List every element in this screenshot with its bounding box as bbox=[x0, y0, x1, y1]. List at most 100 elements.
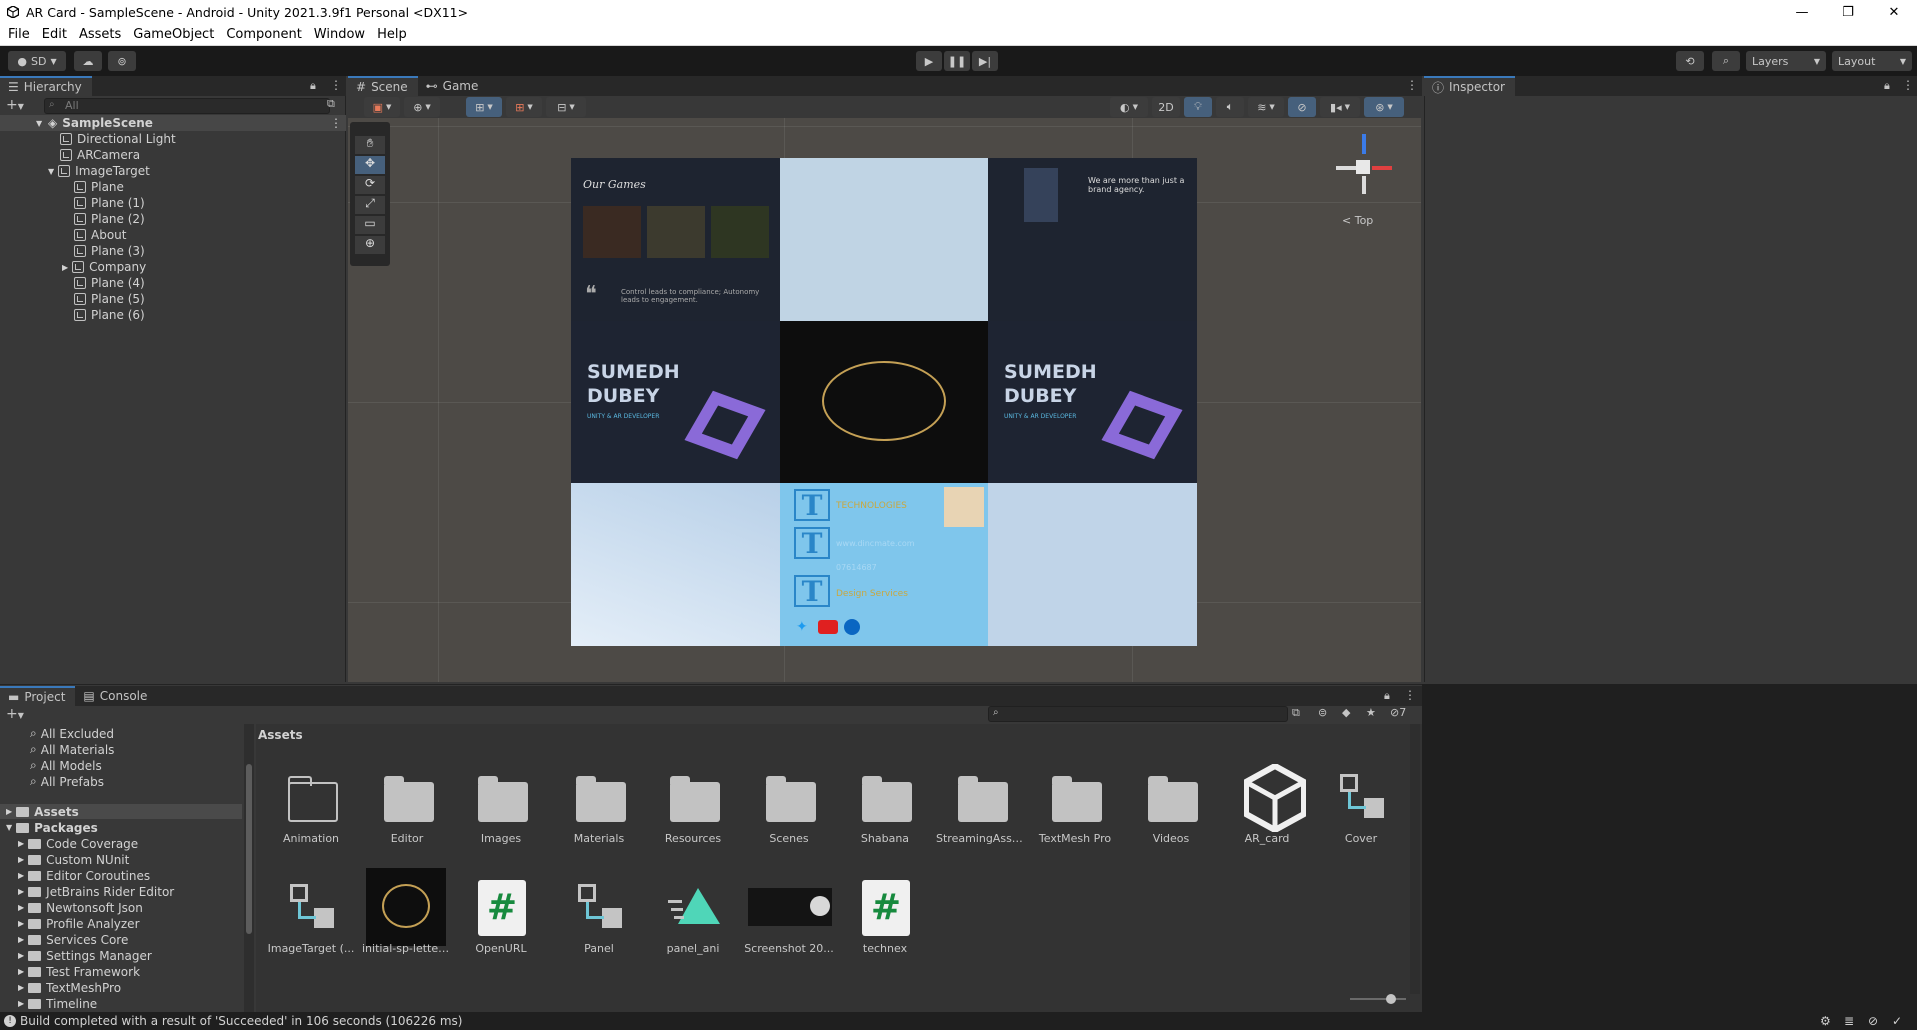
asset-item[interactable]: Shabana bbox=[840, 764, 930, 854]
hierarchy-item[interactable]: Plane (4) bbox=[74, 275, 145, 291]
favorite-item[interactable]: ⌕ All Excluded bbox=[30, 726, 114, 741]
bug-icon[interactable]: ⚙ bbox=[1820, 1014, 1831, 1028]
asset-item[interactable]: Screenshot 20... bbox=[744, 874, 834, 964]
asset-item[interactable]: Panel bbox=[554, 874, 644, 964]
hierarchy-item[interactable]: Plane (2) bbox=[74, 211, 145, 227]
hierarchy-search-input[interactable]: ⌕ All bbox=[44, 98, 330, 114]
twitter-icon[interactable]: ✦ bbox=[796, 619, 808, 635]
draw-mode-dropdown[interactable]: ▣ ▼ bbox=[364, 97, 400, 117]
2d-toggle[interactable]: 2D bbox=[1152, 97, 1180, 117]
kebab-menu-icon[interactable]: ⋮ bbox=[1902, 78, 1914, 92]
menu-help[interactable]: Help bbox=[377, 27, 407, 42]
layers-dropdown[interactable]: Layers ▼ bbox=[1746, 51, 1826, 71]
hidden-objects-toggle[interactable]: ⊘ bbox=[1288, 97, 1316, 117]
package-item[interactable]: ▶ Services Core bbox=[18, 932, 128, 947]
layers-status-icon[interactable]: ≣ bbox=[1844, 1014, 1854, 1028]
package-item[interactable]: ▶ Code Coverage bbox=[18, 836, 138, 851]
lock-icon[interactable]: 🔒︎ bbox=[310, 79, 316, 93]
tab-inspector[interactable]: ⓘ Inspector bbox=[1424, 76, 1515, 96]
menu-assets[interactable]: Assets bbox=[79, 27, 121, 42]
tab-hierarchy[interactable]: ☰ Hierarchy bbox=[0, 76, 92, 96]
kebab-menu-icon[interactable]: ⋮ bbox=[330, 116, 342, 130]
scene-viewport[interactable]: ✋︎ ✥ ⟳ ⤢ ▭ ⊕ Our Games ❝ Control leads t… bbox=[348, 118, 1421, 682]
hierarchy-item[interactable]: ▼ ImageTarget bbox=[48, 163, 150, 179]
move-tool-icon[interactable]: ✥ bbox=[355, 156, 385, 174]
asset-item[interactable]: # technex bbox=[840, 874, 930, 964]
asset-item[interactable]: Editor bbox=[362, 764, 452, 854]
hierarchy-item[interactable]: Plane (5) bbox=[74, 291, 145, 307]
rect-tool-icon[interactable]: ▭ bbox=[355, 216, 385, 234]
search-by-type-icon[interactable]: ⧉ bbox=[1292, 706, 1300, 720]
lighting-toggle[interactable]: 💡︎ bbox=[1184, 97, 1212, 117]
check-icon[interactable]: ✓ bbox=[1892, 1014, 1902, 1028]
scene-orientation-gizmo[interactable] bbox=[1328, 132, 1408, 212]
package-item[interactable]: ▶ Timeline bbox=[18, 996, 97, 1011]
asset-item[interactable]: ImageTarget (... bbox=[266, 874, 356, 964]
tab-scene[interactable]: # Scene bbox=[348, 76, 418, 96]
scrollbar-thumb[interactable] bbox=[246, 764, 252, 934]
hierarchy-item[interactable]: ARCamera bbox=[60, 147, 140, 163]
grid-snap-dropdown[interactable]: ⊞ ▼ bbox=[466, 97, 502, 117]
gizmo-view-label[interactable]: < Top bbox=[1342, 214, 1373, 227]
menu-component[interactable]: Component bbox=[226, 27, 301, 42]
kebab-menu-icon[interactable]: ⋮ bbox=[1404, 688, 1416, 702]
menu-edit[interactable]: Edit bbox=[42, 27, 67, 42]
hand-tool-icon[interactable]: ✋︎ bbox=[355, 136, 385, 154]
hierarchy-item[interactable]: Plane (3) bbox=[74, 243, 145, 259]
project-search-input[interactable]: ⌕ bbox=[988, 706, 1288, 722]
hierarchy-item[interactable]: Plane (1) bbox=[74, 195, 145, 211]
lock-icon[interactable]: 🔒︎ bbox=[1884, 79, 1890, 93]
layout-dropdown[interactable]: Layout ▼ bbox=[1832, 51, 1912, 71]
kebab-menu-icon[interactable]: ⋮ bbox=[1406, 78, 1418, 92]
favorite-item[interactable]: ⌕ All Materials bbox=[30, 742, 114, 757]
filter-by-label-icon[interactable]: ⊜ bbox=[1318, 706, 1327, 719]
minimize-button[interactable]: — bbox=[1779, 0, 1825, 24]
rotate-tool-icon[interactable]: ⟳ bbox=[355, 176, 385, 194]
youtube-icon[interactable] bbox=[818, 620, 838, 634]
maximize-button[interactable]: ❐ bbox=[1825, 0, 1871, 24]
packages-root-item[interactable]: ▼ Packages bbox=[6, 820, 98, 835]
asset-item[interactable]: # OpenURL bbox=[456, 874, 546, 964]
status-message[interactable]: Build completed with a result of 'Succee… bbox=[20, 1014, 462, 1028]
package-item[interactable]: ▶ TextMeshPro bbox=[18, 980, 121, 995]
asset-item[interactable]: Animation bbox=[266, 764, 356, 854]
asset-item[interactable]: panel_ani bbox=[648, 874, 738, 964]
pause-button[interactable]: ❚❚ bbox=[944, 51, 970, 71]
play-button[interactable]: ▶ bbox=[916, 51, 942, 71]
global-dropdown[interactable]: ⊕ ▼ bbox=[404, 97, 440, 117]
menu-gameobject[interactable]: GameObject bbox=[133, 27, 214, 42]
scale-tool-icon[interactable]: ⤢ bbox=[355, 196, 385, 214]
package-item[interactable]: ▶ Settings Manager bbox=[18, 948, 152, 963]
history-button[interactable]: ⟲ bbox=[1676, 51, 1704, 71]
asset-grid-scrollbar[interactable] bbox=[1410, 724, 1420, 994]
asset-item[interactable]: Scenes bbox=[744, 764, 834, 854]
package-item[interactable]: ▶ Profile Analyzer bbox=[18, 916, 140, 931]
transform-tool-icon[interactable]: ⊕ bbox=[355, 236, 385, 254]
close-button[interactable]: ✕ bbox=[1871, 0, 1917, 24]
asset-item[interactable]: TextMesh Pro bbox=[1030, 764, 1120, 854]
project-add-button[interactable]: +▼ bbox=[6, 706, 24, 722]
gizmos-dropdown[interactable]: ⊛ ▼ bbox=[1364, 97, 1404, 117]
account-dropdown[interactable]: ● SD ▼ bbox=[8, 51, 66, 71]
tab-game[interactable]: ⊷ Game bbox=[418, 76, 489, 96]
package-item[interactable]: ▶ JetBrains Rider Editor bbox=[18, 884, 174, 899]
network-off-icon[interactable]: ⊘ bbox=[1868, 1014, 1878, 1028]
camera-dropdown[interactable]: ▮◂ ▼ bbox=[1320, 97, 1360, 117]
lock-icon[interactable]: 🔒︎ bbox=[1384, 689, 1390, 703]
effects-dropdown[interactable]: ≋ ▼ bbox=[1248, 97, 1284, 117]
collab-button[interactable]: ⊚ bbox=[108, 51, 136, 71]
asset-item[interactable]: initial-sp-letter... bbox=[362, 868, 452, 964]
search-button[interactable]: ⌕ bbox=[1712, 51, 1740, 71]
linkedin-icon[interactable] bbox=[844, 619, 860, 635]
menu-file[interactable]: File bbox=[8, 27, 30, 42]
assets-root-item[interactable]: ▶ Assets bbox=[0, 804, 242, 819]
asset-item[interactable]: Images bbox=[456, 764, 546, 854]
increment-snap-dropdown[interactable]: ⊟ ▼ bbox=[546, 97, 586, 117]
asset-item[interactable]: Videos bbox=[1126, 764, 1216, 854]
package-item[interactable]: ▶ Editor Coroutines bbox=[18, 868, 150, 883]
asset-breadcrumb[interactable]: Assets bbox=[258, 728, 303, 742]
hierarchy-item[interactable]: Directional Light bbox=[60, 131, 176, 147]
icon-size-slider[interactable] bbox=[1350, 994, 1406, 1004]
scene-search-filter-icon[interactable]: ⧉ bbox=[327, 97, 335, 111]
package-item[interactable]: ▶ Newtonsoft Json bbox=[18, 900, 143, 915]
